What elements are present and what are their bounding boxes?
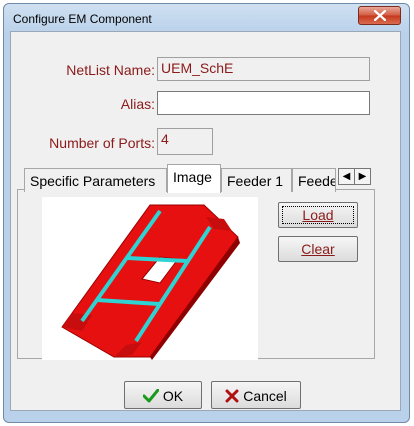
clear-button[interactable]: Clear (278, 236, 358, 262)
number-of-ports-field: 4 (157, 128, 213, 155)
cancel-button[interactable]: Cancel (211, 381, 301, 409)
tab-specific-parameters[interactable]: Specific Parameters (24, 168, 167, 192)
alias-input[interactable] (157, 91, 370, 115)
clear-label: Clear (301, 241, 335, 257)
title-bar[interactable]: Configure EM Component (4, 4, 409, 34)
window-title: Configure EM Component (13, 12, 152, 26)
cancel-x-icon (225, 389, 239, 403)
netlist-name-field: UEM_SchE (157, 57, 370, 81)
close-icon (374, 10, 386, 21)
ok-label: OK (162, 388, 184, 404)
tab-image[interactable]: Image (167, 164, 221, 193)
focus-rect (282, 206, 354, 224)
checkmark-icon (142, 389, 159, 403)
cancel-label: Cancel (243, 388, 287, 404)
tab-feeder-2[interactable]: Feeder 2 (292, 168, 336, 192)
alias-label: Alias: (120, 96, 155, 112)
netlist-name-label: NetList Name: (66, 62, 155, 78)
tab-feeder-1[interactable]: Feeder 1 (221, 168, 292, 192)
close-button[interactable] (358, 6, 401, 25)
ok-button[interactable]: OK (124, 381, 202, 409)
tab-scroll-right-icon[interactable]: ▶ (354, 168, 371, 185)
component-image (42, 197, 258, 360)
tab-scroll-left-icon[interactable]: ◀ (338, 168, 355, 185)
em-model-icon (61, 204, 240, 360)
load-button[interactable]: Load (278, 202, 358, 228)
number-of-ports-label: Number of Ports: (49, 135, 155, 151)
